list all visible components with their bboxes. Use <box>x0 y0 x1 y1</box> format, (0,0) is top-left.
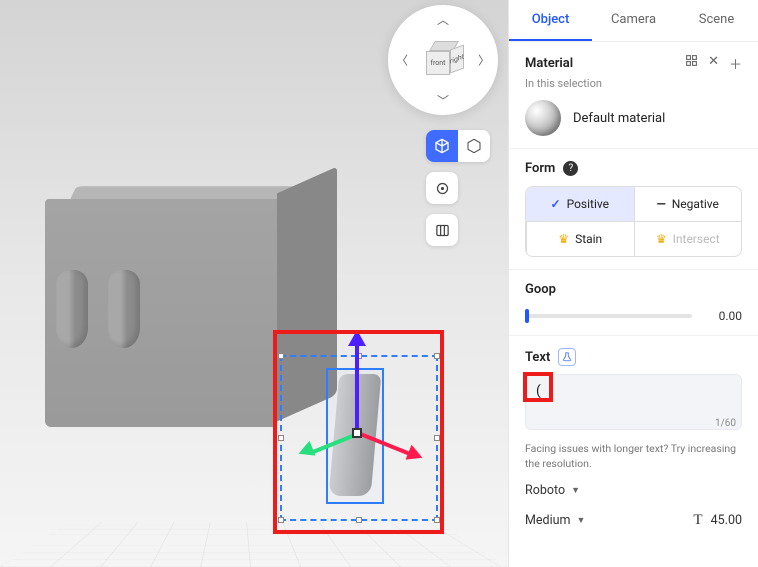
form-negative[interactable]: —Negative <box>634 187 742 221</box>
tab-scene[interactable]: Scene <box>675 0 758 41</box>
font-family-dropdown[interactable]: Roboto▼ <box>525 483 580 498</box>
form-section: Form ? ✓Positive —Negative ♛Stain ♛Inter… <box>509 149 758 270</box>
resize-handle[interactable] <box>278 517 284 523</box>
material-unlink-icon[interactable]: ✕ <box>708 54 719 73</box>
form-positive[interactable]: ✓Positive <box>526 187 634 221</box>
resize-handle[interactable] <box>434 435 440 441</box>
resize-handle[interactable] <box>278 435 284 441</box>
tab-object[interactable]: Object <box>509 0 592 41</box>
chevron-down-icon: ▼ <box>576 515 585 526</box>
render-mode-group <box>426 130 490 162</box>
gizmo-y-arrowhead <box>348 330 366 346</box>
material-item[interactable]: Default material <box>525 100 742 136</box>
material-grid-icon[interactable] <box>685 54 698 73</box>
text-section: Text 1/60 Facing issues with longer text… <box>509 336 758 541</box>
text-hint: Facing issues with longer text? Try incr… <box>525 442 742 471</box>
viewcube-right[interactable]: 〉 <box>478 52 490 69</box>
cube-solid-icon <box>434 138 450 154</box>
material-section: Material ✕ ＋ In this selection Default m… <box>509 42 758 149</box>
form-intersect[interactable]: ♛Intersect <box>634 221 742 256</box>
gizmo-origin[interactable] <box>352 428 362 438</box>
cube-protrusion-1 <box>56 270 88 348</box>
properties-panel: Object Camera Scene Material ✕ ＋ In this… <box>508 0 758 567</box>
form-stain[interactable]: ♛Stain <box>526 221 634 256</box>
resize-handle[interactable] <box>278 353 284 359</box>
render-shaded-button[interactable] <box>426 130 458 162</box>
cube-protrusion-2 <box>108 270 140 348</box>
viewcube-left[interactable]: 〈 <box>396 52 408 69</box>
form-options: ✓Positive —Negative ♛Stain ♛Intersect <box>525 186 742 257</box>
viewcube-widget[interactable]: ︿ ﹀ 〈 〉 front right <box>388 5 498 115</box>
cube-wire-icon <box>466 138 482 154</box>
material-add-icon[interactable]: ＋ <box>729 54 742 73</box>
chevron-down-icon: ▼ <box>571 485 580 496</box>
floor-grid <box>0 522 508 567</box>
resize-handle[interactable] <box>434 353 440 359</box>
gizmo-y-axis[interactable] <box>355 340 359 432</box>
help-icon[interactable]: ? <box>563 161 578 176</box>
beta-flask-icon[interactable] <box>558 348 576 366</box>
goop-value: 0.00 <box>702 309 742 323</box>
viewport-toolbar <box>426 130 490 246</box>
text-size-icon: T <box>693 512 702 529</box>
render-wire-button[interactable] <box>458 130 490 162</box>
minus-icon: — <box>657 197 666 211</box>
material-preview-sphere <box>525 100 561 136</box>
viewcube-down[interactable]: ﹀ <box>437 92 449 109</box>
goop-slider[interactable] <box>525 314 692 318</box>
material-title: Material <box>525 56 573 71</box>
material-name: Default material <box>573 111 665 126</box>
panel-tabs: Object Camera Scene <box>509 0 758 42</box>
tab-camera[interactable]: Camera <box>592 0 675 41</box>
resize-handle[interactable] <box>434 517 440 523</box>
text-char-count: 1/60 <box>715 418 736 429</box>
goop-slider-thumb[interactable] <box>525 309 529 323</box>
layout-button[interactable] <box>426 214 458 246</box>
viewcube-cube[interactable]: front right <box>424 41 462 79</box>
focus-button[interactable] <box>426 172 458 204</box>
goop-title: Goop <box>525 282 742 297</box>
material-subtitle: In this selection <box>525 77 742 90</box>
goop-section: Goop 0.00 <box>509 270 758 336</box>
viewcube-up[interactable]: ︿ <box>437 11 449 28</box>
font-weight-dropdown[interactable]: Medium▼ <box>525 513 585 528</box>
target-icon <box>435 181 450 196</box>
font-size-field[interactable]: T 45.00 <box>693 512 742 529</box>
crown-icon: ♛ <box>558 232 569 246</box>
grid-panel-icon <box>435 223 450 238</box>
resize-handle[interactable] <box>356 517 362 523</box>
viewport-3d[interactable]: ︿ ﹀ 〈 〉 front right <box>0 0 508 567</box>
form-title: Form <box>525 161 555 176</box>
text-input[interactable] <box>525 374 742 430</box>
font-size-value: 45.00 <box>711 513 742 528</box>
text-title: Text <box>525 350 550 365</box>
check-icon: ✓ <box>551 197 561 211</box>
crown-icon: ♛ <box>656 232 667 246</box>
